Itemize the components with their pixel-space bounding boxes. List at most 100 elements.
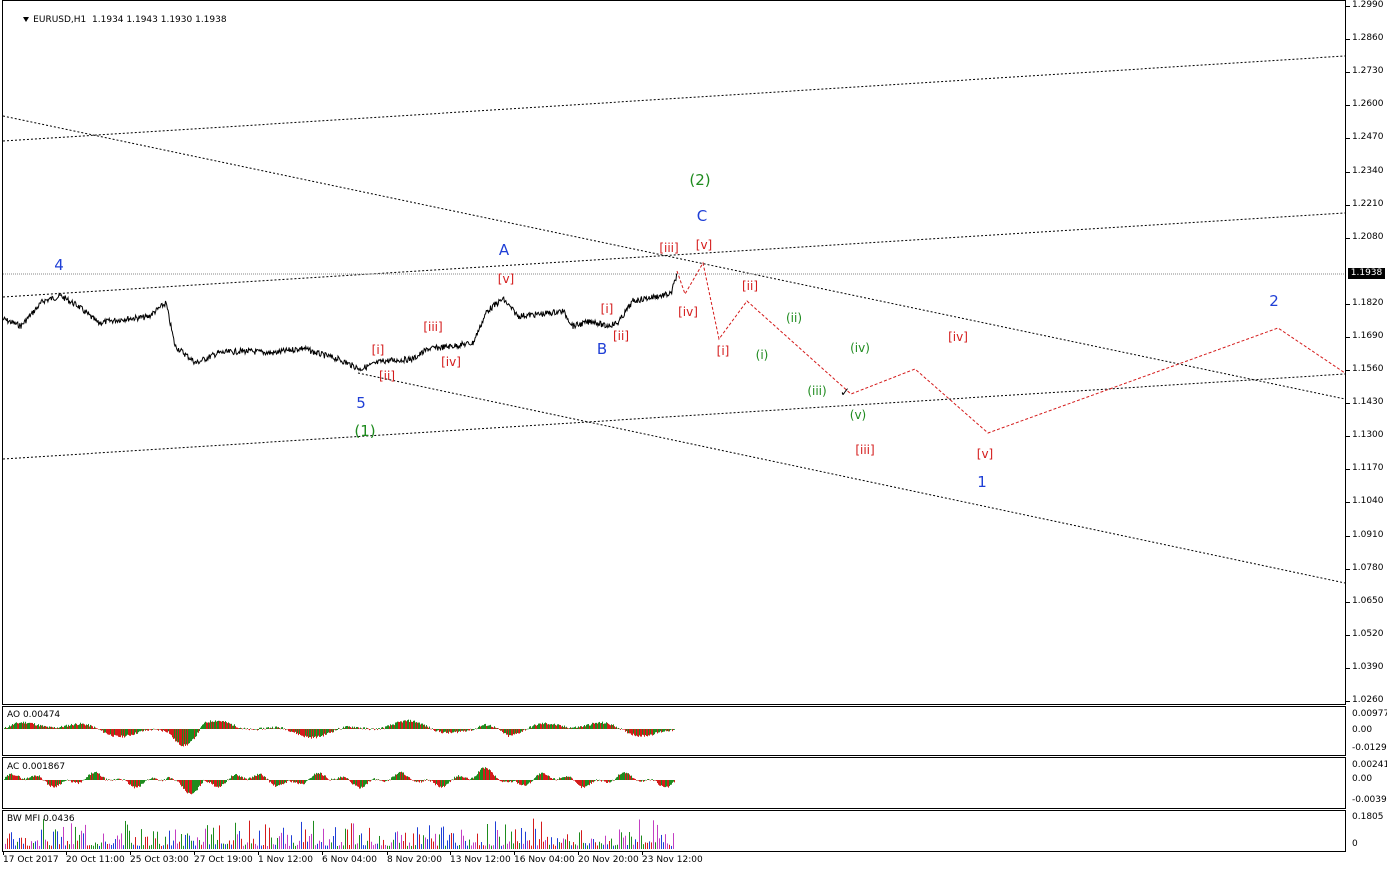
wave-label[interactable]: C	[697, 207, 707, 225]
mfi-bar	[105, 841, 106, 849]
wave-label[interactable]: [i]	[717, 344, 730, 358]
histogram-bar	[205, 721, 206, 729]
histogram-bar	[4, 779, 5, 780]
histogram-bar	[53, 727, 54, 729]
histogram-bar	[634, 729, 635, 736]
projection-path[interactable]	[676, 261, 1345, 434]
wave-label[interactable]: B	[597, 340, 607, 358]
histogram-bar	[559, 777, 560, 780]
histogram-bar	[108, 729, 109, 735]
mfi-bar	[249, 820, 250, 849]
histogram-bar	[366, 780, 367, 784]
histogram-bar	[89, 774, 90, 780]
histogram-bar	[234, 724, 235, 729]
mfi-pane[interactable]: BW MFI 0.0436	[2, 810, 1346, 852]
histogram-bar	[584, 725, 585, 729]
trend-line[interactable]	[3, 373, 1345, 460]
wave-label[interactable]: 4	[54, 256, 64, 274]
mfi-bar	[55, 829, 56, 849]
histogram-bar	[557, 779, 558, 780]
wave-label[interactable]: [ii]	[613, 329, 629, 343]
wave-label[interactable]: [v]	[696, 238, 712, 252]
histogram-bar	[276, 780, 277, 787]
chart-window[interactable]: EURUSD,H1 1.1934 1.1943 1.1930 1.1938 45…	[0, 0, 1387, 872]
histogram-bar	[553, 724, 554, 729]
histogram-bar	[644, 780, 645, 782]
histogram-bar	[665, 780, 666, 788]
mfi-bar	[305, 829, 306, 849]
histogram-bar	[251, 778, 252, 780]
wave-label[interactable]: [iii]	[659, 241, 678, 255]
histogram-bar	[441, 729, 442, 734]
histogram-bar	[164, 729, 165, 731]
price-tick-label: 1.1300	[1352, 430, 1384, 440]
histogram-bar	[301, 729, 302, 736]
trend-line[interactable]	[3, 212, 1345, 298]
histogram-bar	[498, 778, 499, 780]
histogram-bar	[295, 729, 296, 732]
ohlc-values: 1.1934 1.1943 1.1930 1.1938	[92, 15, 227, 25]
histogram-bar	[188, 729, 189, 744]
histogram-bar	[111, 729, 112, 736]
histogram-bar	[416, 780, 417, 783]
mfi-bar	[343, 845, 344, 849]
wave-label[interactable]: [v]	[498, 272, 514, 286]
wave-label[interactable]: [iv]	[948, 330, 968, 344]
histogram-bar	[667, 729, 668, 732]
histogram-bar	[581, 726, 582, 729]
wave-label[interactable]: [ii]	[742, 279, 758, 293]
mfi-bar	[223, 843, 224, 849]
wave-label[interactable]: [iv]	[678, 305, 698, 319]
mfi-bar	[429, 825, 430, 849]
wave-label[interactable]: [iii]	[423, 320, 442, 334]
histogram-bar	[488, 769, 489, 780]
wave-label[interactable]: [ii]	[379, 369, 395, 383]
mfi-bar	[447, 840, 448, 849]
wave-label[interactable]: (1)	[354, 422, 375, 440]
histogram-bar	[494, 726, 495, 729]
ao-pane[interactable]: AO 0.00474	[2, 706, 1346, 756]
wave-label[interactable]: (iii)	[807, 384, 826, 398]
wave-label[interactable]: [i]	[601, 302, 614, 316]
histogram-bar	[639, 729, 640, 736]
mfi-bar	[215, 844, 216, 849]
histogram-bar	[563, 727, 564, 729]
trend-line[interactable]	[3, 115, 1345, 400]
histogram-bar	[350, 780, 351, 782]
dropdown-triangle-icon[interactable]	[23, 17, 30, 22]
wave-label[interactable]: 5	[356, 394, 366, 412]
histogram-bar	[356, 780, 357, 786]
mfi-bar	[463, 835, 464, 849]
price-tick-label: 1.2860	[1352, 33, 1384, 43]
ac-pane[interactable]: AC 0.001867	[2, 757, 1346, 809]
histogram-bar	[168, 729, 169, 732]
wave-label[interactable]: 2	[1269, 292, 1279, 310]
wave-label[interactable]: (v)	[850, 408, 866, 422]
histogram-bar	[265, 776, 266, 780]
price-pane[interactable]: EURUSD,H1 1.1934 1.1943 1.1930 1.1938 45…	[2, 0, 1346, 705]
wave-label[interactable]: [v]	[977, 447, 993, 461]
histogram-bar	[485, 723, 486, 729]
wave-label[interactable]: [iv]	[441, 355, 461, 369]
price-line[interactable]	[3, 273, 678, 372]
histogram-bar	[296, 729, 297, 735]
histogram-bar	[455, 778, 456, 780]
trend-line[interactable]	[357, 372, 1345, 584]
histogram-bar	[189, 729, 190, 744]
histogram-bar	[44, 725, 45, 729]
wave-label[interactable]: (i)	[756, 348, 769, 362]
wave-label[interactable]: A	[499, 241, 509, 259]
histogram-bar	[132, 780, 133, 787]
wave-label[interactable]: (2)	[689, 171, 710, 189]
wave-label[interactable]: 1	[977, 473, 987, 491]
wave-label[interactable]: [iii]	[855, 443, 874, 457]
histogram-bar	[159, 780, 160, 781]
wave-label[interactable]: (iv)	[850, 341, 870, 355]
histogram-bar	[239, 728, 240, 729]
histogram-bar	[228, 722, 229, 729]
histogram-bar	[379, 728, 380, 729]
checkmark-icon[interactable]: ✓	[840, 385, 850, 399]
wave-label[interactable]: [i]	[372, 343, 385, 357]
trend-line[interactable]	[3, 55, 1345, 142]
wave-label[interactable]: (ii)	[786, 311, 802, 325]
